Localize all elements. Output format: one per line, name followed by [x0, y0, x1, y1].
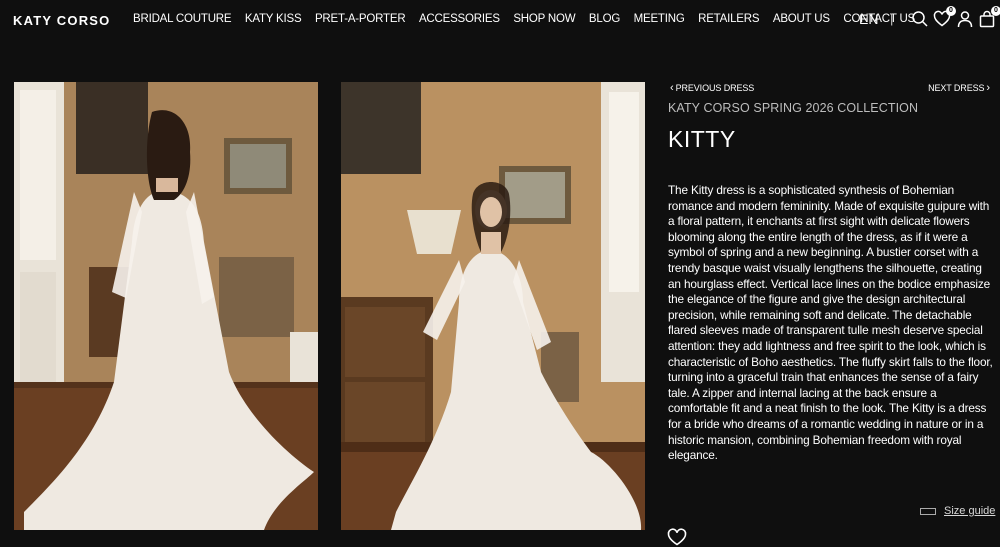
dress-photo-front[interactable]	[341, 82, 645, 530]
header-separator: |	[890, 11, 894, 26]
ruler-icon	[920, 507, 936, 515]
site-header: KATY CORSO BRIDAL COUTURE KATY KISS PRET…	[0, 0, 1000, 40]
dress-photo-back[interactable]	[14, 82, 318, 530]
cart-button[interactable]: 0	[978, 6, 1000, 28]
next-dress-link[interactable]: NEXT DRESS ›	[928, 81, 992, 94]
nav-retailers[interactable]: RETAILERS	[698, 13, 759, 25]
nav-blog[interactable]: BLOG	[589, 13, 620, 25]
dress-description: The Kitty dress is a sophisticated synth…	[668, 183, 993, 463]
user-icon[interactable]	[956, 10, 974, 28]
wishlist-header-button[interactable]: 0	[933, 6, 956, 28]
brand-logo[interactable]: KATY CORSO	[13, 13, 110, 28]
language-switcher[interactable]: EN	[859, 11, 878, 27]
wishlist-count-badge: 0	[946, 6, 956, 16]
chevron-right-icon: ›	[986, 81, 990, 94]
next-dress-label: NEXT DRESS	[928, 83, 985, 93]
nav-about-us[interactable]: ABOUT US	[773, 13, 830, 25]
previous-dress-label: PREVIOUS DRESS	[675, 83, 755, 93]
size-guide-label: Size guide	[944, 505, 996, 517]
nav-katy-kiss[interactable]: KATY KISS	[245, 13, 302, 25]
add-to-wishlist-button[interactable]	[667, 528, 687, 546]
dress-name: KITTY	[668, 126, 736, 152]
nav-bridal-couture[interactable]: BRIDAL COUTURE	[133, 13, 232, 25]
cart-count-badge: 0	[991, 6, 1000, 16]
nav-accessories[interactable]: ACCESSORIES	[419, 13, 500, 25]
search-icon[interactable]	[911, 10, 929, 28]
nav-meeting[interactable]: MEETING	[634, 13, 685, 25]
nav-pret-a-porter[interactable]: PRET-A-PORTER	[315, 13, 406, 25]
collection-title: KATY CORSO SPRING 2026 COLLECTION	[668, 101, 919, 115]
main-nav: BRIDAL COUTURE KATY KISS PRET-A-PORTER A…	[133, 13, 929, 25]
heart-icon	[667, 528, 687, 546]
nav-contact-us[interactable]: CONTACT US	[843, 13, 915, 25]
previous-dress-link[interactable]: ‹ PREVIOUS DRESS	[668, 81, 755, 94]
nav-shop-now[interactable]: SHOP NOW	[513, 13, 575, 25]
chevron-left-icon: ‹	[670, 81, 674, 94]
size-guide-button[interactable]: Size guide	[920, 505, 995, 517]
